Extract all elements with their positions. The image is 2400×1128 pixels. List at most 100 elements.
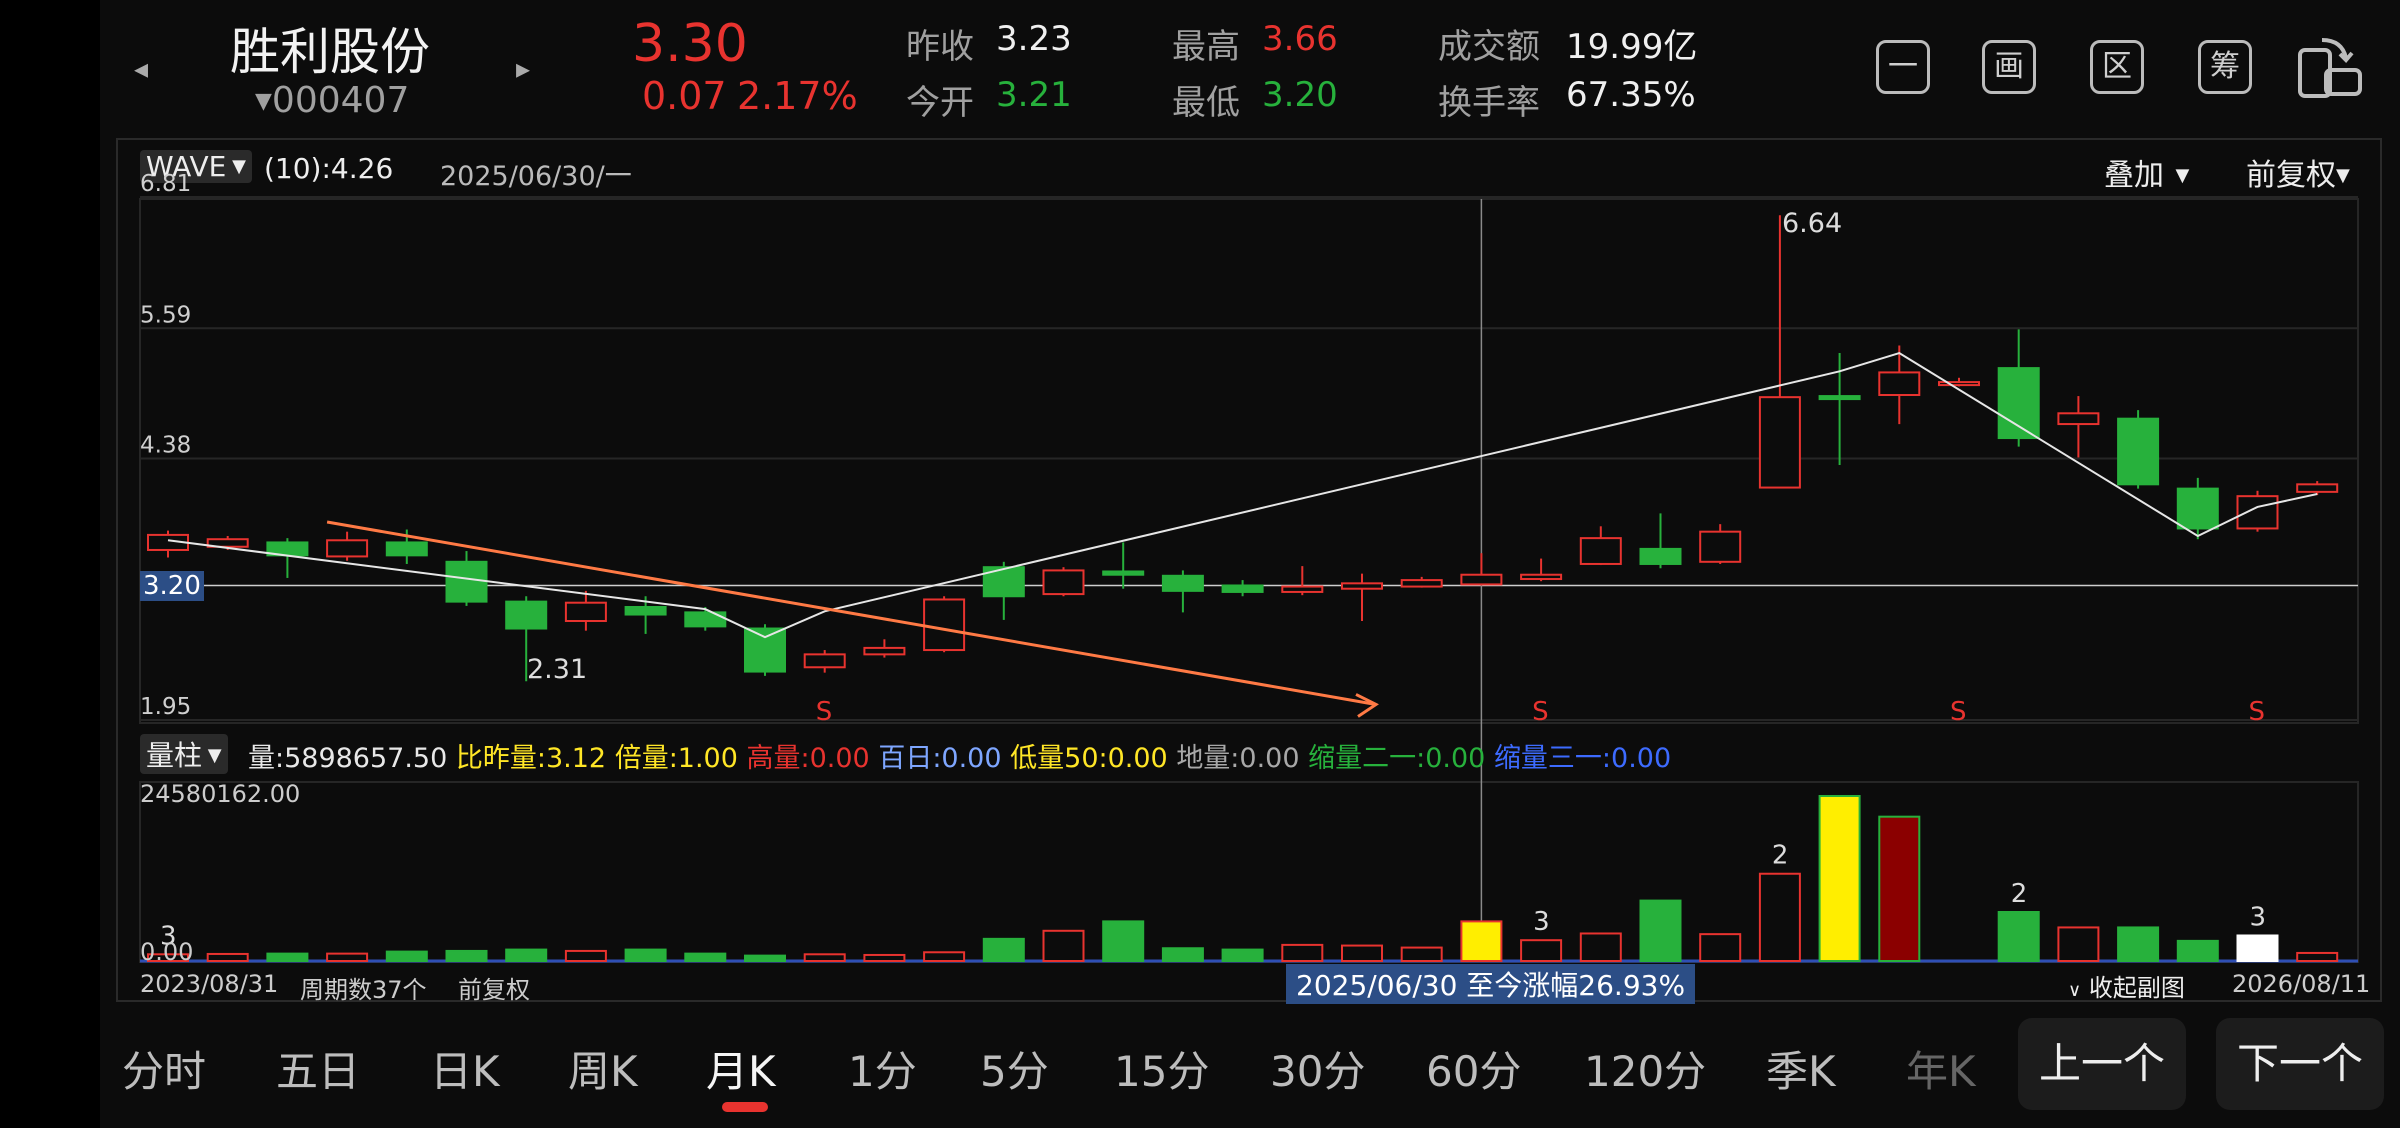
candle-body [1579, 537, 1622, 565]
vol-ind-multiple: 倍量:1.00 [614, 743, 738, 774]
candle-body [1520, 573, 1563, 581]
volume-bar [206, 952, 249, 963]
candle-body [1997, 367, 2040, 440]
candle-body [1042, 569, 1085, 596]
price-panel-border [139, 198, 2359, 724]
tab-5day[interactable]: 五日 [276, 1038, 360, 1099]
candle-body [1400, 579, 1443, 588]
candles [147, 215, 2339, 682]
tab-60min[interactable]: 60分 [1426, 1038, 1521, 1099]
volume-bar [982, 937, 1025, 962]
volume-min-label: 0.00 [140, 938, 194, 966]
vol-ind-shrink21: 缩量二一:0.00 [1308, 743, 1486, 774]
price-axis-label: 1.95 [140, 694, 191, 720]
tab-1min[interactable]: 1分 [848, 1038, 917, 1099]
volume-indicator-selector[interactable]: 量柱 ▼ [140, 734, 228, 774]
candle-body [863, 646, 906, 656]
kline-chart[interactable]: 6.815.594.381.95 SSSS 3 3223 [0, 0, 2400, 1000]
candle-body [445, 560, 488, 603]
price-axis-labels: 6.81 5.59 4.38 1.95 [140, 171, 191, 720]
volume-bar [1400, 946, 1443, 962]
next-stock-button[interactable]: 下一个 [2216, 1018, 2384, 1110]
volume-bar [2296, 951, 2339, 962]
volume-bar [1341, 944, 1383, 963]
collapse-label: 收起副图 [2088, 974, 2185, 1002]
candle-body [1699, 530, 1742, 563]
start-date: 2023/08/31 [140, 970, 279, 998]
volume-bar-mark: 2 [2011, 879, 2028, 909]
signal-mark: S [2249, 697, 2266, 727]
volume-bar [2176, 939, 2219, 963]
candle-body [1938, 381, 1980, 387]
signal-mark: S [1532, 697, 1549, 727]
candle-body [1161, 574, 1204, 592]
candle-body [505, 600, 548, 630]
tab-120min[interactable]: 120分 [1584, 1038, 1706, 1099]
candle-body [1341, 582, 1383, 590]
volume-bar [1520, 939, 1563, 963]
end-date: 2026/08/11 [2232, 970, 2371, 998]
volume-bar [1221, 948, 1264, 963]
price-axis-label: 4.38 [140, 433, 191, 459]
trend-line [326, 520, 1377, 706]
footer-adjust: 前复权 [458, 976, 530, 1004]
vol-ind-low50: 低量50:0.00 [1010, 743, 1168, 774]
volume-bar [1579, 932, 1622, 962]
current-price-tag: 3.20 [140, 571, 204, 601]
candle-body [923, 598, 966, 652]
prev-stock-button[interactable]: 上一个 [2018, 1018, 2186, 1110]
trend-arrow-head [1355, 693, 1379, 718]
candle-body [684, 611, 727, 628]
tab-15min[interactable]: 15分 [1114, 1038, 1209, 1099]
volume-bar-mark: 3 [2250, 902, 2267, 932]
volume-bar [2117, 926, 2160, 962]
candle-body [1639, 547, 1682, 565]
tab-day-k[interactable]: 日K [430, 1038, 500, 1099]
vol-ind-ratio: 比昨量:3.12 [455, 743, 607, 774]
volume-bar [1878, 815, 1921, 962]
vol-ind-high: 高量:0.00 [746, 743, 870, 774]
volume-indicator-values: 量:5898657.50 比昨量:3.12 倍量:1.00 高量:0.00 百日… [248, 736, 1671, 775]
volume-bar [1997, 910, 2040, 963]
candle-body [2236, 495, 2279, 530]
volume-bar [1818, 795, 1861, 962]
vol-ind-shrink31: 缩量三一:0.00 [1493, 743, 1672, 774]
candle-body [2117, 417, 2160, 486]
volume-bar [1699, 933, 1742, 963]
collapse-subchart-button[interactable]: ∨ 收起副图 [2068, 968, 2185, 1003]
tab-year-k[interactable]: 年K [1906, 1038, 1976, 1099]
candle-body [744, 627, 786, 673]
signal-mark: S [1950, 697, 1967, 727]
candle-body [385, 541, 428, 557]
candle-body [624, 606, 667, 616]
volume-bar [863, 953, 906, 963]
volume-bar [1758, 872, 1801, 962]
volume-bar [1639, 899, 1682, 963]
volume-bar [1042, 929, 1085, 963]
tab-timeshare[interactable]: 分时 [122, 1038, 206, 1099]
volume-bar-mark: 2 [1772, 841, 1789, 871]
volume-bar [385, 950, 428, 962]
tab-30min[interactable]: 30分 [1270, 1038, 1365, 1099]
volume-bar [1161, 947, 1204, 962]
indicator-lines [167, 351, 2318, 718]
candle-body [1818, 395, 1861, 401]
tab-5min[interactable]: 5分 [980, 1038, 1049, 1099]
period-count: 周期数37个 [300, 976, 427, 1004]
vol-ind-volume: 量:5898657.50 [248, 743, 448, 774]
tab-month-k[interactable]: 月K [706, 1038, 776, 1099]
dropdown-caret-icon: ▼ [202, 745, 222, 766]
volume-bar [505, 948, 548, 963]
tab-week-k[interactable]: 周K [568, 1038, 638, 1099]
candle-body [803, 653, 846, 669]
tab-season-k[interactable]: 季K [1766, 1038, 1836, 1099]
chevron-down-icon: ∨ [2068, 980, 2082, 1001]
volume-bar [1102, 920, 1145, 963]
signal-mark: S [816, 697, 833, 727]
price-axis-label: 6.81 [140, 171, 191, 197]
range-info-badge: 2025/06/30 至今涨幅26.93% [1286, 964, 1696, 1004]
vol-ind-ground: 地量:0.00 [1176, 743, 1300, 774]
volume-bars: 3 3223 [147, 795, 2339, 963]
candle-body [2176, 487, 2219, 530]
candle-body [1221, 584, 1264, 593]
